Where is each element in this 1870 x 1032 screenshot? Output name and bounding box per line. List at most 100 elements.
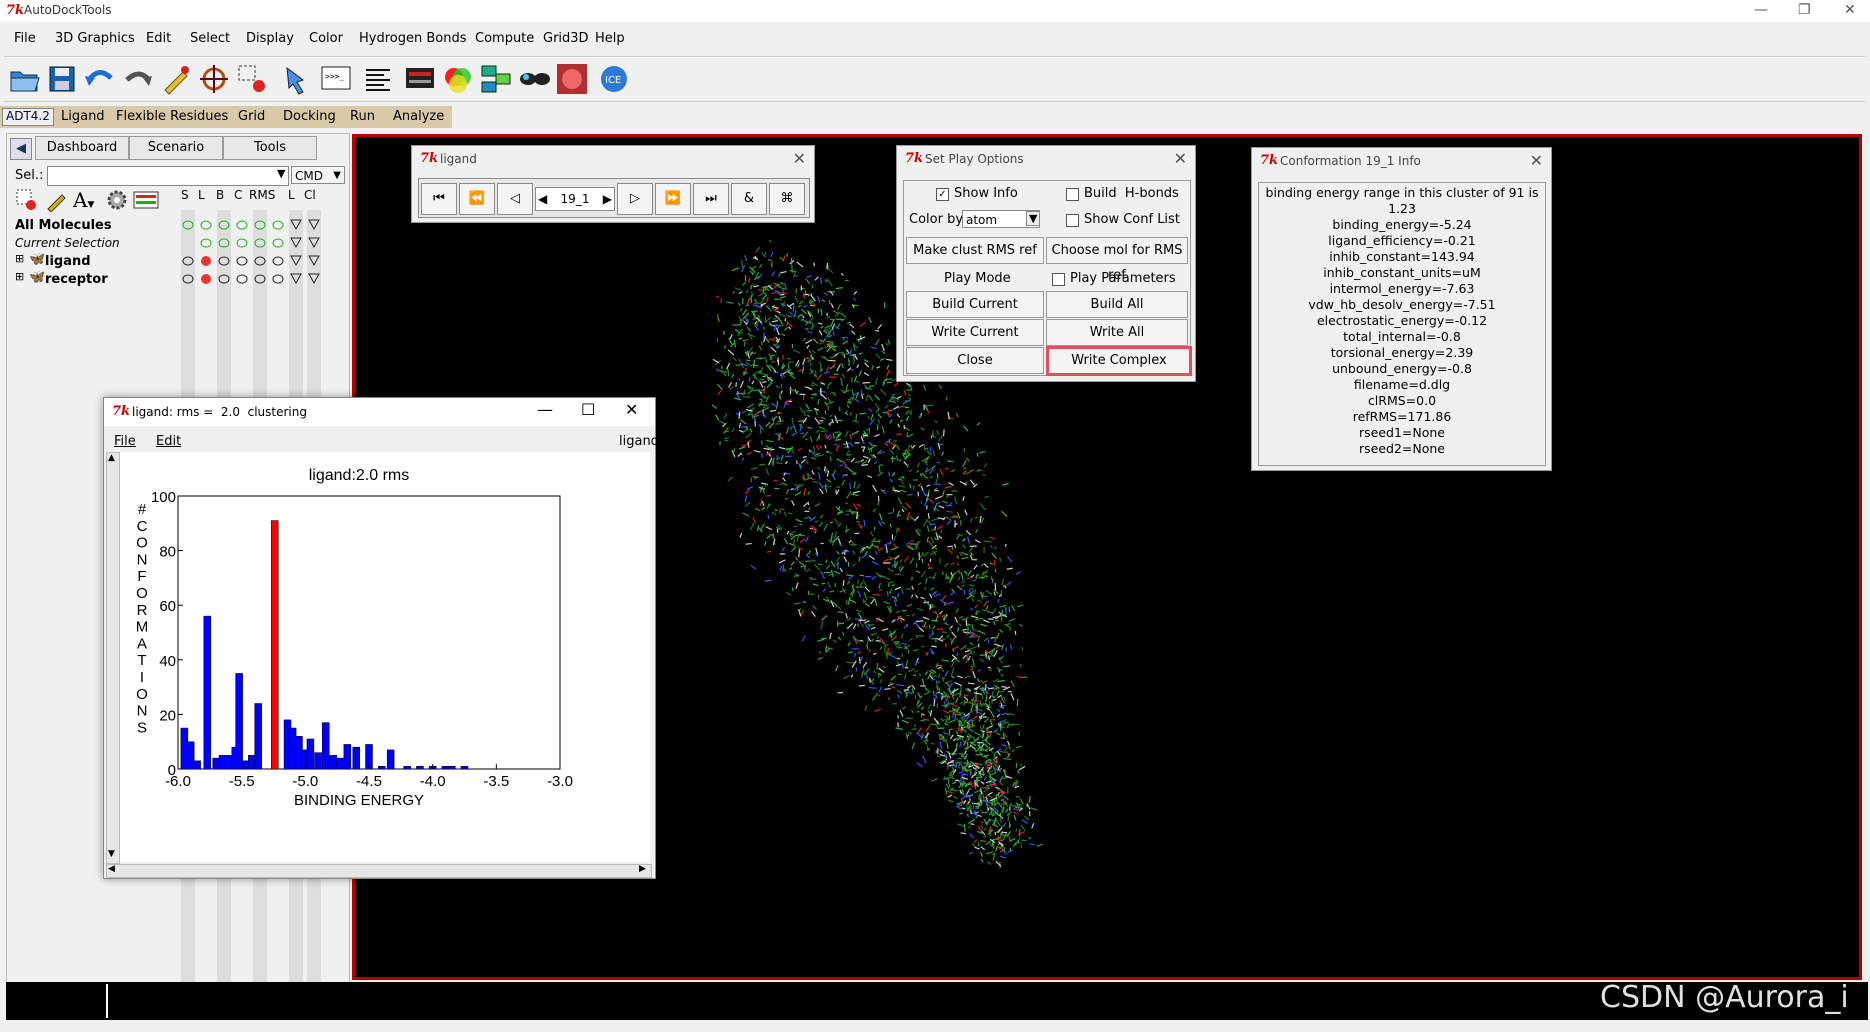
sequence-viewer-icon[interactable]: [402, 61, 438, 97]
pointer-hand-icon[interactable]: [280, 61, 316, 97]
minimize-icon[interactable]: —: [537, 400, 553, 419]
close-options-button[interactable]: Close: [906, 347, 1044, 374]
last-frame-icon[interactable]: ⏭: [693, 183, 729, 215]
open-folder-icon[interactable]: [6, 61, 42, 97]
gear-icon[interactable]: [105, 188, 129, 212]
build-current-button[interactable]: Build Current: [906, 291, 1044, 318]
info-line: filename=d.dlg: [1353, 377, 1451, 392]
maximize-button[interactable]: ❐: [1798, 2, 1811, 18]
histogram-chart[interactable]: ligand:2.0 rms-6.0 -5.5 -5.0 -4.5 -4.0 -3.5 -3…: [120, 452, 650, 862]
close-button[interactable]: ✕: [1844, 2, 1856, 18]
scroll-right-icon[interactable]: ▶: [639, 864, 646, 874]
play-icon[interactable]: ▷: [617, 183, 653, 215]
col-s: S: [181, 188, 189, 202]
adt-menu-docking[interactable]: Docking: [283, 109, 336, 124]
menu-help[interactable]: Help: [595, 31, 625, 46]
cluster-menu-file[interactable]: File: [114, 434, 136, 449]
maximize-icon[interactable]: ☐: [581, 400, 595, 419]
tab-scenario[interactable]: Scenario: [129, 136, 223, 160]
collapse-arrow-icon[interactable]: ◀: [10, 138, 32, 160]
menu-hydrogen-bonds[interactable]: Hydrogen Bonds: [359, 31, 467, 46]
expand-ligand-icon[interactable]: ⊞: [15, 252, 24, 265]
build-all-button[interactable]: Build All: [1046, 291, 1188, 318]
write-all-button[interactable]: Write All: [1046, 319, 1188, 346]
row-indicators[interactable]: [179, 214, 349, 284]
fast-forward-icon[interactable]: ⏩: [655, 183, 691, 215]
show-info-checkbox[interactable]: ✓: [936, 188, 949, 201]
close-icon[interactable]: ✕: [1174, 149, 1187, 168]
menu-edit[interactable]: Edit: [146, 31, 171, 46]
center-target-icon[interactable]: [196, 61, 232, 97]
play-mode-button[interactable]: Play Mode: [944, 271, 1011, 286]
adt-menu-flexible-residues[interactable]: Flexible Residues: [116, 109, 228, 124]
frame-spinbox[interactable]: ◀ 19_1 ▶: [535, 187, 615, 211]
pmv-logo-icon[interactable]: ICE: [596, 61, 632, 97]
expand-receptor-icon[interactable]: ⊞: [15, 270, 24, 283]
build-hbonds-checkbox[interactable]: [1066, 188, 1079, 201]
first-frame-icon[interactable]: ⏮: [421, 183, 457, 215]
write-current-button[interactable]: Write Current: [906, 319, 1044, 346]
x-tick-label: -5.0: [292, 773, 318, 790]
scroll-down-icon[interactable]: ▼: [108, 849, 115, 859]
choose-mol-rms-ref-button[interactable]: Choose mol for RMS ref: [1046, 237, 1188, 283]
python-shell-icon[interactable]: >>>_: [318, 61, 354, 97]
molecule-display-icon[interactable]: [478, 61, 514, 97]
menu-compute[interactable]: Compute: [475, 31, 534, 46]
menu-file[interactable]: File: [14, 31, 36, 46]
frame-slider-handle[interactable]: [106, 984, 108, 1018]
sequence-bar-icon[interactable]: [133, 188, 159, 212]
adt-menu-run[interactable]: Run: [350, 109, 375, 124]
adt-menu-grid[interactable]: Grid: [238, 109, 265, 124]
menu-select[interactable]: Select: [190, 31, 230, 46]
step-back-icon[interactable]: ◁: [497, 183, 533, 215]
menu-display[interactable]: Display: [246, 31, 294, 46]
selection-dropdown-icon[interactable]: ▼: [277, 167, 285, 180]
dropdown-arrow-icon[interactable]: ▼: [1026, 211, 1041, 226]
menu-3d-graphics[interactable]: 3D Graphics: [55, 31, 135, 46]
pick-pencil-icon[interactable]: [158, 61, 194, 97]
save-disk-icon[interactable]: [44, 61, 80, 97]
stereo-glasses-icon[interactable]: [516, 61, 552, 97]
menu-grid3d[interactable]: Grid3D: [543, 31, 589, 46]
spin-prev-icon[interactable]: ◀: [538, 188, 547, 210]
tree-current-selection[interactable]: Current Selection: [15, 236, 120, 250]
cluster-menu-ligand[interactable]: ligand: [619, 434, 659, 449]
settings-icon[interactable]: ⌘: [769, 183, 805, 215]
rewind-icon[interactable]: ⏪: [459, 183, 495, 215]
histogram-bar: [186, 741, 195, 770]
pencil-icon[interactable]: [45, 188, 69, 213]
redo-icon[interactable]: [120, 61, 156, 97]
adt-menu-analyze[interactable]: Analyze: [393, 109, 444, 124]
selection-input[interactable]: [47, 166, 289, 186]
scroll-up-icon[interactable]: ▲: [108, 453, 115, 463]
label-text-icon[interactable]: A▼: [73, 188, 101, 212]
minimize-button[interactable]: —: [1754, 2, 1768, 18]
vertical-scrollbar[interactable]: ▲ ▼: [106, 452, 120, 864]
cmd-select[interactable]: CMD ▼: [291, 166, 345, 184]
make-clust-rms-ref-button[interactable]: Make clust RMS ref: [906, 237, 1044, 264]
undo-icon[interactable]: [82, 61, 118, 97]
write-complex-button[interactable]: Write Complex: [1046, 346, 1192, 376]
play-parameters-checkbox[interactable]: [1052, 273, 1065, 286]
select-region-icon[interactable]: [234, 61, 270, 97]
scroll-left-icon[interactable]: ◀: [108, 864, 115, 874]
tree-receptor[interactable]: receptor: [45, 272, 108, 287]
adt-menu-ligand[interactable]: Ligand: [61, 109, 105, 124]
cluster-menu-edit[interactable]: Edit: [156, 434, 181, 449]
close-icon[interactable]: ✕: [1530, 151, 1543, 170]
menu-color[interactable]: Color: [309, 31, 343, 46]
close-icon[interactable]: ✕: [793, 149, 806, 168]
tree-all-molecules[interactable]: All Molecules: [15, 218, 112, 233]
loop-mode-icon[interactable]: &: [731, 183, 767, 215]
align-text-icon[interactable]: [360, 61, 396, 97]
surface-render-icon[interactable]: [554, 61, 590, 97]
spin-next-icon[interactable]: ▶: [603, 188, 612, 210]
tab-dashboard[interactable]: Dashboard: [35, 136, 129, 160]
tree-ligand[interactable]: ligand: [45, 254, 91, 269]
horizontal-scrollbar[interactable]: ◀ ▶: [106, 864, 652, 878]
show-conf-list-checkbox[interactable]: [1066, 214, 1079, 227]
select-tool-icon[interactable]: [15, 188, 39, 212]
close-icon[interactable]: ✕: [625, 400, 638, 419]
color-sphere-icon[interactable]: [440, 61, 476, 97]
tab-tools[interactable]: Tools: [223, 136, 317, 160]
